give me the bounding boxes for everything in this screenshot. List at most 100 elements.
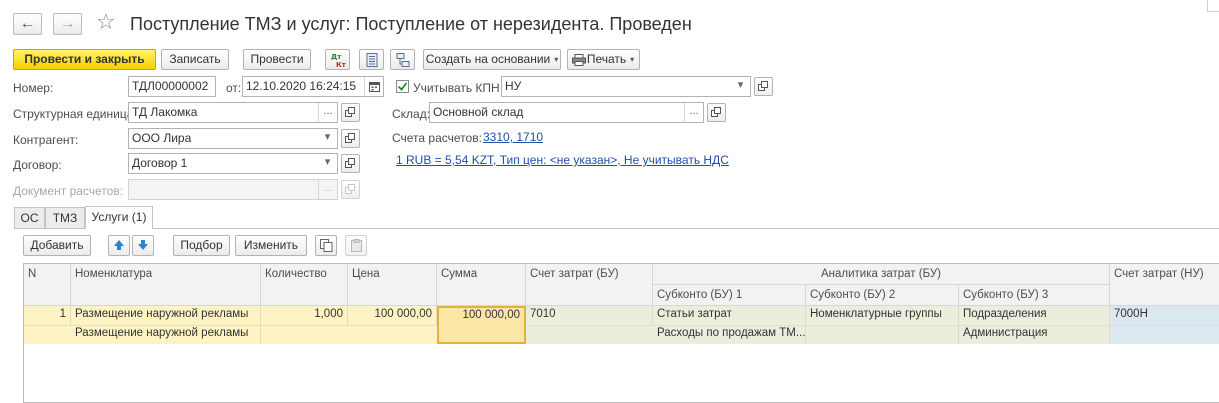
- unit-field[interactable]: ТД Лакомка ...: [128, 102, 338, 123]
- cell-sum[interactable]: 100 000,00: [437, 306, 526, 344]
- paste-row-button[interactable]: [345, 235, 367, 256]
- contract-field[interactable]: Договор 1 ▾: [128, 153, 338, 174]
- cell-price[interactable]: 100 000,00: [348, 306, 437, 325]
- tab-divider: [14, 228, 1219, 229]
- pick-button[interactable]: Подбор: [173, 235, 230, 256]
- open-icon: [758, 81, 768, 91]
- services-table[interactable]: N Номенклатура Количество Цена Сумма Сче…: [23, 263, 1219, 403]
- create-based-on-label: Создать на основании: [425, 52, 551, 66]
- post-button[interactable]: Провести: [243, 49, 311, 70]
- open-icon: [345, 107, 355, 117]
- tab-os[interactable]: ОС: [14, 207, 45, 229]
- print-button[interactable]: Печать ▾: [567, 49, 640, 70]
- settlement-doc-open-button: [341, 180, 360, 199]
- header-sum[interactable]: Сумма: [437, 264, 526, 306]
- counterparty-open-button[interactable]: [341, 129, 360, 148]
- arrow-up-icon: [114, 240, 124, 250]
- header-subconto-2[interactable]: Субконто (БУ) 2: [806, 285, 959, 306]
- change-button[interactable]: Изменить: [235, 235, 307, 256]
- header-subconto-1[interactable]: Субконто (БУ) 1: [653, 285, 806, 306]
- paste-icon: [351, 239, 362, 252]
- accounts-link[interactable]: 3310, 1710: [483, 130, 543, 144]
- date-label: от:: [226, 81, 242, 95]
- post-and-close-button[interactable]: Провести и закрыть: [13, 49, 156, 70]
- copy-row-button[interactable]: [315, 235, 337, 256]
- kpn-value: НУ: [505, 79, 522, 93]
- chevron-down-icon: ▾: [630, 55, 635, 64]
- kpn-label: Учитывать КПН: [413, 81, 500, 95]
- contract-value: Договор 1: [132, 156, 188, 170]
- header-item[interactable]: Номенклатура: [71, 264, 261, 306]
- kpn-checkbox[interactable]: [396, 80, 409, 93]
- accounts-label: Счета расчетов:: [392, 131, 482, 145]
- header-subconto-3[interactable]: Субконто (БУ) 3: [959, 285, 1110, 306]
- warehouse-label: Склад:: [392, 107, 431, 121]
- calendar-button[interactable]: [364, 77, 383, 96]
- cell-cost-account-nu[interactable]: 7000Н: [1110, 306, 1219, 325]
- counterparty-label: Контрагент:: [13, 133, 79, 147]
- contract-open-button[interactable]: [341, 154, 360, 173]
- move-down-button[interactable]: [132, 235, 154, 256]
- chevron-down-icon: ▾: [554, 55, 559, 64]
- cell-subconto-1[interactable]: Статьи затрат: [653, 306, 806, 325]
- cell-subconto-3[interactable]: Подразделения: [959, 306, 1110, 325]
- counterparty-field[interactable]: ООО Лира ▾: [128, 128, 338, 149]
- header-price[interactable]: Цена: [348, 264, 437, 306]
- debit-credit-icon: Дт Кт: [331, 53, 346, 68]
- favorite-star-icon[interactable]: ☆: [96, 9, 116, 35]
- cell-item-content[interactable]: Размещение наружной рекламы: [71, 325, 261, 344]
- unit-value: ТД Лакомка: [132, 105, 198, 119]
- header-qty[interactable]: Количество: [261, 264, 348, 306]
- move-up-button[interactable]: [108, 235, 130, 256]
- dt-kt-button[interactable]: Дт Кт: [325, 49, 350, 70]
- cell-cost-account-bu[interactable]: 7010: [526, 306, 653, 325]
- warehouse-open-button[interactable]: [707, 103, 726, 122]
- print-label: Печать: [586, 52, 627, 66]
- cell-subconto-2-value[interactable]: [806, 325, 959, 344]
- arrow-left-icon: ←: [19, 15, 36, 32]
- chevron-down-icon[interactable]: ▾: [318, 154, 337, 173]
- svg-text:Дт: Дт: [331, 53, 342, 61]
- arrow-right-icon: →: [59, 15, 76, 32]
- cell-item[interactable]: Размещение наружной рекламы: [71, 306, 261, 325]
- number-field[interactable]: ТДЛ00000002: [128, 76, 216, 97]
- date-field[interactable]: 12.10.2020 16:24:15: [242, 76, 384, 97]
- settlement-doc-label: Документ расчетов:: [13, 184, 124, 198]
- header-n[interactable]: N: [24, 264, 71, 306]
- arrow-down-icon: [138, 240, 148, 250]
- copy-icon: [320, 239, 333, 252]
- kpn-select[interactable]: НУ ▾: [501, 76, 751, 97]
- create-based-on-button[interactable]: Создать на основании ▾: [423, 49, 561, 70]
- kpn-open-button[interactable]: [754, 77, 773, 96]
- header-cost-account-nu[interactable]: Счет затрат (НУ): [1110, 264, 1219, 306]
- printer-icon: [572, 54, 586, 66]
- exchange-rate-link[interactable]: 1 RUB = 5,54 KZT, Тип цен: <не указан>, …: [396, 153, 729, 167]
- warehouse-field[interactable]: Основной склад ...: [429, 102, 704, 123]
- hierarchy-icon: [396, 53, 410, 67]
- checkmark-icon: [397, 82, 408, 91]
- document-list-icon: [366, 53, 378, 67]
- cell-subconto-3-value[interactable]: Администрация: [959, 325, 1110, 344]
- open-icon: [345, 184, 355, 194]
- chevron-down-icon[interactable]: ▾: [731, 77, 750, 96]
- structure-button[interactable]: [390, 49, 415, 70]
- report-button[interactable]: [359, 49, 384, 70]
- cell-subconto-1-value[interactable]: Расходы по продажам ТМ...: [653, 325, 806, 344]
- add-row-button[interactable]: Добавить: [23, 235, 91, 256]
- forward-button[interactable]: →: [53, 13, 82, 35]
- window-corner: [1207, 0, 1219, 12]
- header-cost-account-bu[interactable]: Счет затрат (БУ): [526, 264, 653, 306]
- save-button[interactable]: Записать: [161, 49, 229, 70]
- chevron-down-icon[interactable]: ▾: [318, 129, 337, 148]
- warehouse-choose-button[interactable]: ...: [684, 103, 703, 122]
- table-row[interactable]: 1 Размещение наружной рекламы Размещение…: [24, 306, 1219, 344]
- back-button[interactable]: ←: [13, 13, 42, 35]
- svg-text:Кт: Кт: [336, 61, 346, 68]
- tab-services[interactable]: Услуги (1): [85, 206, 153, 229]
- unit-choose-button[interactable]: ...: [318, 103, 337, 122]
- tab-tmz[interactable]: ТМЗ: [45, 207, 85, 229]
- cell-subconto-2[interactable]: Номенклатурные группы: [806, 306, 959, 325]
- cell-qty[interactable]: 1,000: [261, 306, 348, 325]
- unit-open-button[interactable]: [341, 103, 360, 122]
- cell-n[interactable]: 1: [24, 306, 71, 325]
